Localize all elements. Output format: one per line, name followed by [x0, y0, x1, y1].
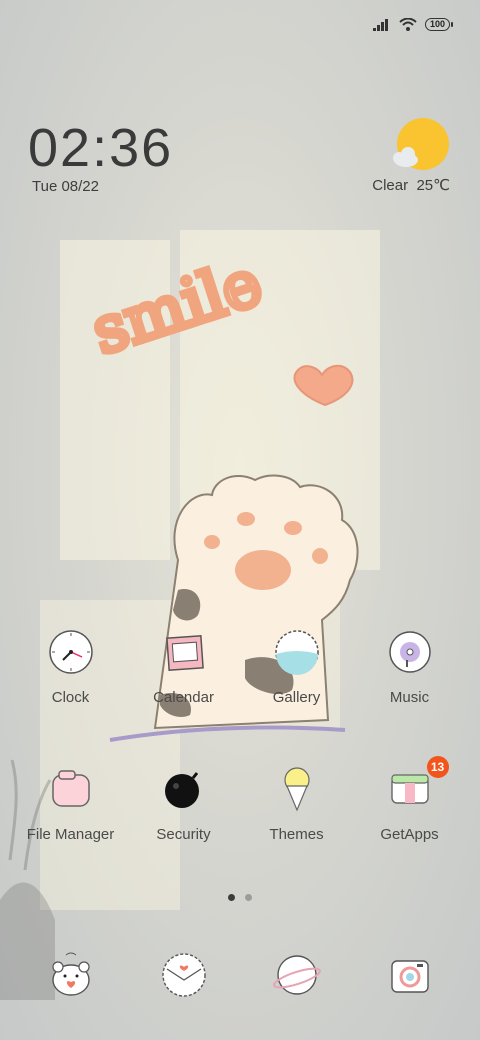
- weather-text: Clear 25℃: [372, 176, 450, 194]
- weather-widget[interactable]: Clear 25℃: [372, 118, 450, 194]
- weather-temperature: 25℃: [416, 177, 450, 194]
- page-indicator[interactable]: [0, 894, 480, 901]
- app-gallery[interactable]: Gallery: [240, 627, 353, 706]
- app-security[interactable]: Security: [127, 764, 240, 843]
- messages-envelope-icon: [159, 950, 209, 1000]
- dock-camera[interactable]: [353, 950, 466, 1000]
- dock-phone[interactable]: [14, 950, 127, 1000]
- calendar-icon: [159, 627, 209, 677]
- ice-cream-icon: [272, 764, 322, 814]
- clock-icon: [46, 627, 96, 677]
- app-file-manager[interactable]: File Manager: [14, 764, 127, 843]
- app-label: GetApps: [380, 826, 439, 843]
- battery-indicator: 100: [424, 18, 454, 31]
- signal-icon: [372, 18, 388, 31]
- phone-hamster-icon: [46, 950, 96, 1000]
- app-row-2: File Manager Security Themes 13 GetApps: [0, 756, 480, 843]
- security-bomb-icon: [159, 764, 209, 814]
- status-bar: 100: [372, 18, 454, 31]
- dock-browser[interactable]: [240, 950, 353, 1000]
- heart-shape: [293, 364, 354, 407]
- app-label: Clock: [51, 689, 90, 706]
- smile-lettering: smile: [84, 246, 271, 370]
- page-dot[interactable]: [245, 894, 252, 901]
- browser-planet-icon: [272, 950, 322, 1000]
- weather-condition: Clear: [372, 177, 409, 194]
- dock: [0, 950, 480, 1000]
- app-getapps[interactable]: 13 GetApps: [353, 756, 466, 843]
- folder-icon: [46, 764, 96, 814]
- app-music[interactable]: Music: [353, 627, 466, 706]
- clock-widget[interactable]: 02:36 Tue 08/22: [28, 120, 173, 195]
- camera-icon: [385, 950, 435, 1000]
- getapps-icon: 13: [385, 756, 449, 814]
- app-calendar[interactable]: Calendar: [127, 627, 240, 706]
- app-label: Music: [389, 689, 430, 706]
- dock-messages[interactable]: [127, 950, 240, 1000]
- shadow-line: [109, 725, 346, 742]
- app-row-1: Clock Calendar Gallery Music: [0, 627, 480, 706]
- clock-date: Tue 08/22: [32, 178, 99, 195]
- gallery-icon: [272, 627, 322, 677]
- notification-badge: 13: [426, 756, 449, 778]
- app-label: Themes: [269, 826, 324, 843]
- page-dot[interactable]: [228, 894, 235, 901]
- clock-time: 02:36: [28, 118, 174, 178]
- app-label: Security: [156, 826, 211, 843]
- app-themes[interactable]: Themes: [240, 764, 353, 843]
- wifi-icon: [399, 18, 417, 31]
- app-label: Gallery: [272, 689, 321, 706]
- app-label: File Manager: [26, 826, 115, 843]
- app-label: Calendar: [153, 689, 214, 706]
- sun-cloud-icon: [393, 118, 449, 170]
- app-clock[interactable]: Clock: [14, 627, 127, 706]
- music-icon: [385, 627, 435, 677]
